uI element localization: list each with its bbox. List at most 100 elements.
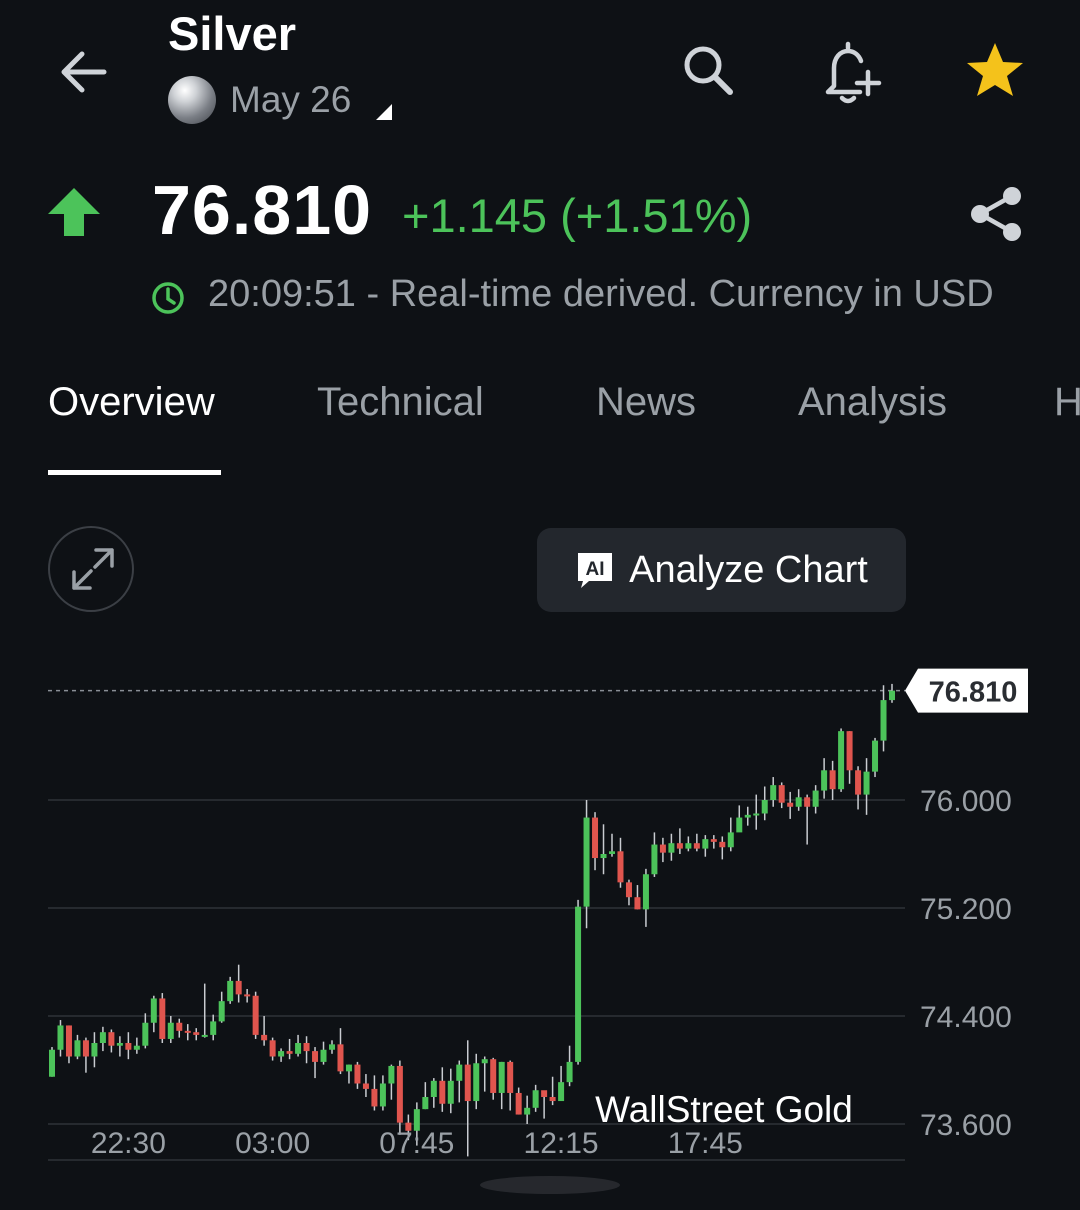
candle-body xyxy=(889,690,895,701)
candle-body xyxy=(362,1083,369,1089)
candle-body xyxy=(456,1064,463,1081)
candle xyxy=(65,1025,72,1064)
realtime-note: 20:09:51 - Real-time derived. Currency i… xyxy=(208,273,994,315)
candle-body xyxy=(490,1059,497,1093)
candle xyxy=(473,1053,480,1110)
candle-body xyxy=(133,1045,140,1050)
candle-body xyxy=(57,1025,64,1050)
expand-chart-button[interactable] xyxy=(48,526,134,612)
candle-body xyxy=(787,802,794,807)
candle-body xyxy=(855,770,862,795)
candle-body xyxy=(125,1043,132,1050)
candle xyxy=(575,899,582,1065)
candle-body xyxy=(396,1065,403,1123)
candle-body xyxy=(761,800,768,814)
candle xyxy=(838,728,845,792)
candle xyxy=(634,885,641,910)
candle xyxy=(227,976,234,1004)
contract-selector[interactable]: May 26 xyxy=(168,74,351,126)
candle-body xyxy=(600,854,607,859)
price-tag-label: 76.810 xyxy=(929,677,1018,709)
candle xyxy=(625,879,632,906)
candle-body xyxy=(821,770,828,791)
candle xyxy=(345,1064,352,1084)
candle-body xyxy=(422,1097,429,1110)
candle-body xyxy=(82,1040,89,1057)
candle xyxy=(49,1047,55,1077)
y-axis: 76.000 75.200 74.400 73.600 xyxy=(920,785,1012,1142)
candle xyxy=(244,989,251,1003)
candle xyxy=(651,832,658,877)
candle-body xyxy=(235,980,242,995)
candle xyxy=(481,1056,488,1092)
candle-body xyxy=(829,770,836,790)
candle-body xyxy=(838,731,845,790)
search-icon xyxy=(684,46,733,95)
expand-icon xyxy=(72,548,114,590)
candle-body xyxy=(558,1082,565,1102)
search-button[interactable] xyxy=(676,38,740,102)
favorite-button[interactable] xyxy=(962,38,1028,104)
candle xyxy=(821,758,828,799)
x-axis: 22:30 03:00 07:45 12:15 17:45 xyxy=(91,1127,743,1160)
candle-body xyxy=(388,1065,395,1084)
candle-body xyxy=(617,851,624,883)
candle xyxy=(693,833,700,852)
tab-overview[interactable]: Overview xyxy=(48,380,215,425)
candle-body xyxy=(116,1043,123,1046)
candle xyxy=(727,817,734,852)
x-tick-label: 22:30 xyxy=(91,1127,166,1160)
candle xyxy=(116,1036,123,1057)
watermark: WallStreet Gold xyxy=(595,1089,853,1130)
candle-body xyxy=(541,1090,548,1097)
x-tick-label: 17:45 xyxy=(668,1127,743,1160)
candle-body xyxy=(150,998,157,1023)
candle xyxy=(676,828,683,854)
candle-body xyxy=(99,1032,106,1043)
candle xyxy=(702,835,709,857)
candle xyxy=(795,789,802,811)
price-chart[interactable]: 76.000 75.200 74.400 73.600 22:30 03:00 07:45… xyxy=(0,660,1080,1210)
candle-body xyxy=(439,1080,446,1104)
candle xyxy=(371,1075,378,1111)
tab-news[interactable]: News xyxy=(596,380,696,425)
back-button[interactable] xyxy=(52,40,116,104)
candle xyxy=(829,760,836,800)
candle-body xyxy=(49,1049,55,1077)
y-tick-label: 75.200 xyxy=(920,893,1012,926)
candle-body xyxy=(354,1064,361,1084)
candle-body xyxy=(142,1022,149,1046)
candle-body xyxy=(312,1051,319,1062)
candle-body xyxy=(464,1064,471,1102)
candle-body xyxy=(91,1043,98,1057)
candle-body xyxy=(736,817,743,833)
candle-body xyxy=(532,1090,539,1108)
dropdown-triangle-icon[interactable] xyxy=(374,102,394,122)
share-button[interactable] xyxy=(964,182,1028,246)
candle xyxy=(600,824,607,875)
candle xyxy=(515,1087,522,1115)
tab-more[interactable]: H xyxy=(1054,380,1080,425)
analyze-chart-button[interactable]: AI Analyze Chart xyxy=(537,528,906,612)
candle xyxy=(133,1037,140,1054)
add-alert-button[interactable] xyxy=(816,36,886,106)
candle xyxy=(609,833,615,857)
candle xyxy=(456,1060,463,1103)
candle xyxy=(617,837,624,888)
watermark-smudge xyxy=(470,1170,630,1200)
candle xyxy=(422,1082,429,1110)
candle xyxy=(549,1076,556,1106)
y-tick-label: 73.600 xyxy=(920,1109,1012,1142)
candle xyxy=(812,785,819,814)
candle xyxy=(57,1020,64,1057)
candle-body xyxy=(609,851,615,854)
candle xyxy=(286,1038,293,1060)
tab-analysis[interactable]: Analysis xyxy=(798,380,947,425)
candle xyxy=(532,1084,539,1112)
tab-technical[interactable]: Technical xyxy=(317,380,484,425)
candle-body xyxy=(345,1064,352,1072)
candle-body xyxy=(753,813,760,816)
candle xyxy=(804,794,811,845)
price-change: +1.145 (+1.51%) xyxy=(402,189,753,242)
candle-body xyxy=(668,843,675,853)
